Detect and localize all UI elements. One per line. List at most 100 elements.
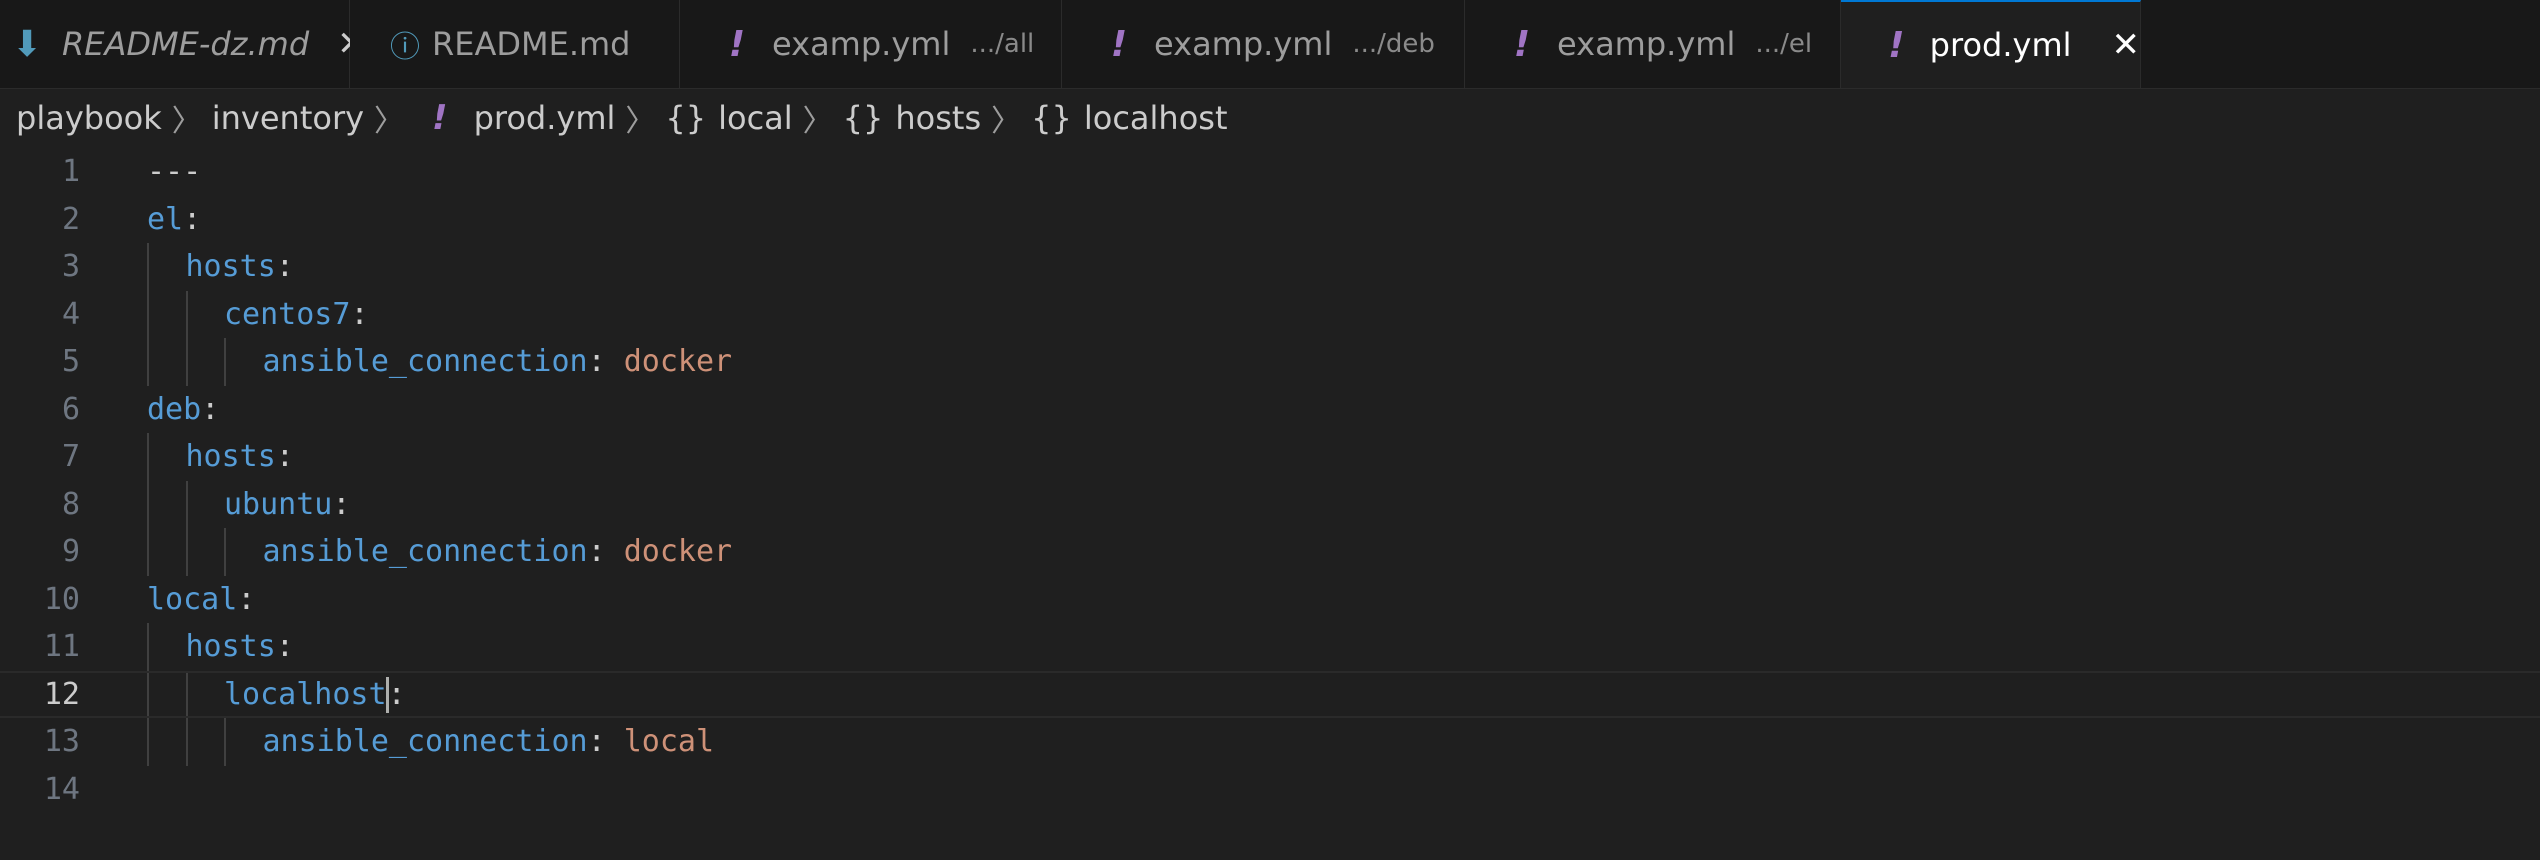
code-line[interactable]: 5 ansible_connection: docker	[0, 338, 2540, 386]
yaml-value: local	[623, 724, 715, 759]
tab-readme[interactable]: ⓘ README.md	[350, 0, 680, 88]
code-text: hosts:	[186, 433, 294, 481]
yaml-key: ubuntu	[224, 486, 333, 522]
code-line[interactable]: 6 deb:	[0, 386, 2540, 434]
line-number: 14	[43, 771, 80, 807]
line-number: 7	[61, 439, 80, 474]
code-line[interactable]: 1 ---	[0, 148, 2540, 196]
indent-guide	[224, 718, 226, 766]
indent-guide	[224, 528, 226, 576]
code-line[interactable]: 12 localhost:	[0, 670, 2540, 718]
code-line[interactable]: 14	[0, 766, 2540, 814]
indent-guide	[185, 480, 188, 528]
chevron-right-icon: 〉	[374, 104, 405, 139]
tab-examp-el[interactable]: ! examp.yml .../el	[1465, 0, 1841, 88]
breadcrumb-item-playbook[interactable]: playbook	[16, 99, 162, 137]
tab-readme-dz[interactable]: ⬇ README-dz.md ✕	[0, 0, 366, 88]
tab-label: README.md	[432, 25, 631, 63]
yaml-icon: !	[1110, 23, 1128, 65]
indent-guide	[185, 528, 188, 576]
yaml-icon: !	[728, 23, 746, 65]
chevron-right-icon: 〉	[171, 104, 202, 139]
tab-label: examp.yml	[1154, 25, 1333, 63]
yaml-punctuation: :	[183, 201, 202, 237]
tab-label: examp.yml	[772, 25, 951, 63]
indent-guide	[185, 290, 188, 338]
yaml-punctuation: :	[587, 534, 624, 569]
tab-description: .../el	[1755, 29, 1813, 59]
tab-examp-all[interactable]: ! examp.yml .../all	[680, 0, 1062, 88]
yaml-punctuation: :	[587, 344, 624, 379]
indent-guide	[147, 718, 149, 766]
code-line[interactable]: 8 ubuntu:	[0, 480, 2540, 529]
tab-bar: ⬇ README-dz.md ✕ ⓘ README.md ! examp.yml…	[0, 0, 2540, 89]
yaml-key: el	[147, 201, 184, 237]
code-text: el:	[147, 196, 201, 244]
code-line[interactable]: 9 ansible_connection: docker	[0, 528, 2540, 576]
tab-prod[interactable]: ! prod.yml ✕	[1841, 0, 2141, 88]
yaml-punctuation: :	[350, 296, 369, 332]
code-line[interactable]: 11 hosts:	[0, 623, 2540, 671]
chevron-right-icon: 〉	[991, 104, 1022, 139]
markdown-download-icon: ⬇	[12, 23, 43, 65]
yaml-icon: !	[1888, 24, 1905, 66]
yaml-key: ansible_connection	[262, 344, 588, 379]
yaml-punctuation: :	[332, 486, 351, 522]
code-editor[interactable]: 1 --- 2 el: 3 hosts: 4 centos7: 5 ansible_connect…	[0, 148, 2540, 860]
yaml-key: hosts	[185, 249, 276, 284]
code-text: hosts:	[186, 623, 294, 671]
line-number: 9	[61, 534, 80, 569]
yaml-icon: !	[1513, 23, 1531, 65]
line-number: 8	[61, 486, 80, 522]
yaml-key: hosts	[185, 439, 276, 474]
breadcrumb-item-hosts[interactable]: hosts	[895, 99, 981, 137]
breadcrumb-item-prod[interactable]: prod.yml	[474, 99, 616, 137]
yaml-value: docker	[623, 344, 733, 379]
line-number: 4	[61, 296, 80, 332]
code-text: ubuntu:	[224, 481, 350, 529]
yaml-punctuation: :	[275, 249, 294, 284]
indent-guide	[185, 338, 188, 386]
code-text: deb:	[147, 386, 219, 434]
object-icon: {}	[842, 99, 884, 137]
code-text: local:	[147, 576, 255, 624]
code-text: ansible_connection: docker	[263, 338, 733, 386]
breadcrumb-item-local[interactable]: local	[718, 99, 793, 137]
code-line[interactable]: 3 hosts:	[0, 243, 2540, 291]
line-number: 1	[61, 154, 80, 189]
indent-guide	[185, 672, 188, 716]
yaml-key: deb	[147, 391, 202, 427]
tab-label: prod.yml	[1929, 26, 2072, 64]
indent-guide	[147, 243, 149, 291]
line-number: 10	[43, 581, 80, 617]
breadcrumb-item-inventory[interactable]: inventory	[212, 99, 364, 137]
code-line[interactable]: 7 hosts:	[0, 433, 2540, 481]
object-icon: {}	[665, 99, 707, 137]
code-line[interactable]: 2 el:	[0, 196, 2540, 244]
info-icon: ⓘ	[390, 30, 420, 65]
breadcrumb-item-localhost[interactable]: localhost	[1084, 99, 1228, 137]
tab-label: README-dz.md	[62, 25, 310, 63]
object-icon: {}	[1031, 99, 1072, 137]
code-line[interactable]: 13 ansible_connection: local	[0, 718, 2540, 766]
code-line[interactable]: 10 local:	[0, 576, 2540, 624]
indent-guide	[147, 290, 149, 338]
indent-guide	[147, 528, 149, 576]
yaml-key: local	[147, 581, 238, 617]
line-number: 6	[61, 391, 80, 427]
tab-description: .../deb	[1352, 29, 1435, 59]
close-icon[interactable]: ✕	[2112, 25, 2141, 65]
line-number: 13	[43, 724, 80, 759]
chevron-right-icon: 〉	[625, 104, 656, 139]
yaml-punctuation: :	[587, 724, 624, 759]
code-line[interactable]: 4 centos7:	[0, 290, 2540, 338]
chevron-right-icon: 〉	[802, 104, 833, 139]
code-text: localhost:	[224, 673, 406, 717]
tab-examp-deb[interactable]: ! examp.yml .../deb	[1062, 0, 1465, 88]
indent-guide	[147, 338, 149, 386]
line-number: 12	[43, 676, 80, 712]
yaml-punctuation: :	[201, 391, 220, 427]
indent-guide	[224, 338, 226, 386]
breadcrumb: playbook 〉 inventory 〉 ! prod.yml 〉 {} l…	[0, 88, 2540, 148]
yaml-key: ansible_connection	[262, 724, 588, 759]
